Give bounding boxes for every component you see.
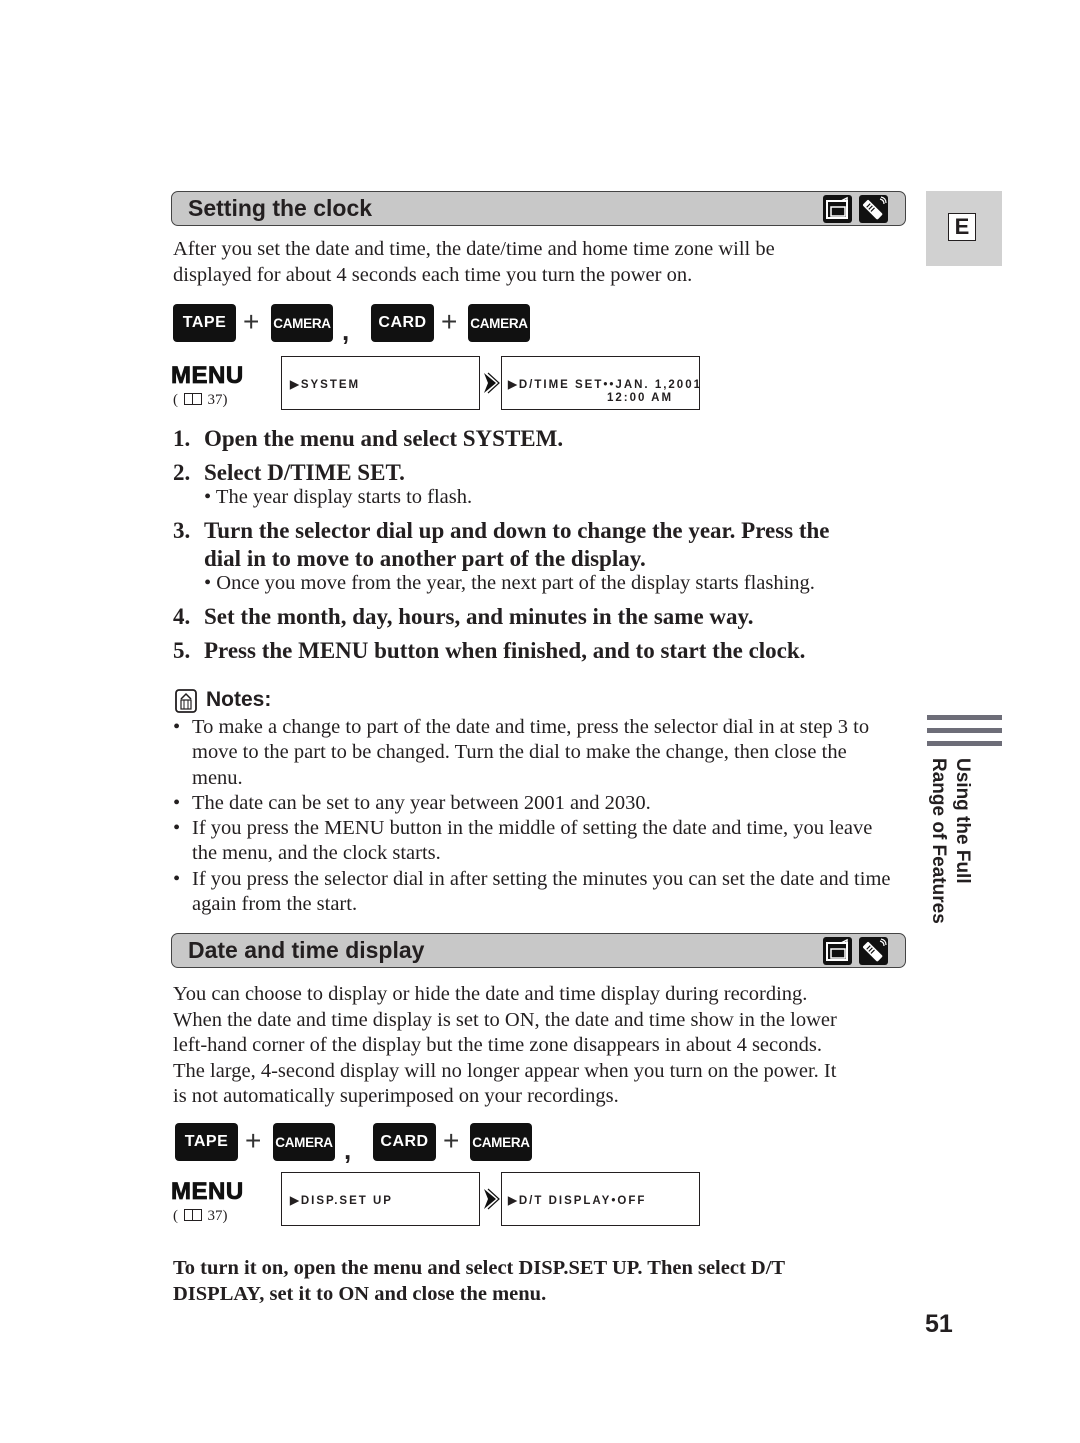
comma: , [344,1135,352,1165]
menu-screen-system: ▶SYSTEM [281,356,480,410]
notes-icon [175,689,197,713]
mode-key-tape: TAPE [175,1123,238,1161]
ref-page: 37) [207,392,228,408]
step-text: Press the MENU button when finished, and… [204,638,806,663]
section-title: Date and time display [188,937,425,963]
step-text: dial in to move to another part of the d… [204,546,646,571]
step-number: 5. [173,638,191,663]
mode-key-camera: CAMERA [273,1123,335,1161]
screen-text: 12:00 AM [607,392,674,404]
section-header-date-time-display: Date and time display [171,933,906,968]
note-text: If you press the MENU button in the midd… [192,817,873,865]
section-intro: After you set the date and time, the dat… [173,237,775,288]
plus-sign: + [443,1125,460,1156]
bullet: • [173,716,181,738]
plus-sign: + [245,1125,262,1156]
screen-text: ▶SYSTEM [290,379,361,391]
side-bar [927,741,1002,746]
mode-key-card: CARD [371,304,434,342]
plus-sign: + [441,306,458,337]
mode-key-camera: CAMERA [271,304,333,342]
intro-line: The large, 4-second display will no long… [173,1059,837,1082]
chapter-label-line1: Using the Full [952,758,973,884]
mode-key-tape: TAPE [173,304,236,342]
instruction-line: To turn it on, open the menu and select … [173,1257,786,1279]
step-number: 3. [173,518,191,543]
bullet: • [173,792,181,814]
plus-sign: + [243,306,260,337]
camcorder-icon [823,195,852,223]
next-arrow-icon [484,1188,500,1210]
language-tab: E [926,191,1002,266]
section-title: Setting the clock [188,195,373,221]
intro-line: left-hand corner of the display but the … [173,1034,822,1056]
camcorder-icon [823,937,852,965]
page-number: 51 [925,1310,953,1338]
note-text: If you press the selector dial in after … [192,868,891,916]
mode-key-camera: CAMERA [470,1123,532,1161]
step-text: Turn the selector dial up and down to ch… [204,518,830,543]
section-intro: You can choose to display or hide the da… [173,982,837,1110]
step-text: Set the month, day, hours, and minutes i… [204,604,754,629]
intro-line: After you set the date and time, the dat… [173,238,775,260]
screen-text: ▶DISP.SET UP [290,1195,393,1207]
ref-paren: ( [173,1208,178,1224]
bullet: • [173,868,181,890]
ref-paren: ( [173,392,178,408]
intro-line: You can choose to display or hide the da… [173,983,808,1005]
screen-text: ▶D/T DISPLAY•OFF [508,1195,647,1207]
intro-line: displayed for about 4 seconds each time … [173,263,693,286]
intro-line: is not automatically superimposed on you… [173,1085,619,1107]
note-text: To make a change to part of the date and… [192,716,870,789]
step-number: 1. [173,426,191,451]
page-reference: ( 37) [173,1208,228,1225]
instruction-text: To turn it on, open the menu and select … [173,1256,785,1307]
side-bar [927,715,1002,720]
mode-key-camera: CAMERA [468,304,530,342]
menu-screen-dtime-set: ▶D/TIME SET••JAN. 1,2001 12:00 AM [501,356,700,410]
language-tab-letter: E [948,213,976,241]
step-text: Open the menu and select SYSTEM. [204,426,564,451]
step-bullet: • Once you move from the year, the next … [204,572,815,594]
screen-text: ▶D/TIME SET••JAN. 1,2001 [508,379,702,391]
comma: , [342,316,350,346]
menu-label: MENU [171,1178,244,1206]
note-text: The date can be set to any year between … [192,792,651,814]
menu-label: MENU [171,362,244,390]
step-bullet: • The year display starts to flash. [204,486,473,508]
notes-title: Notes: [206,688,272,711]
step-number: 4. [173,604,191,629]
next-arrow-icon [484,372,500,394]
section-header-setting-clock: Setting the clock [171,191,906,226]
instruction-line: DISPLAY, set it to ON and close the menu… [173,1282,547,1305]
ref-page: 37) [207,1208,228,1224]
intro-line: When the date and time display is set to… [173,1008,837,1031]
side-bar [927,728,1002,733]
menu-screen-disp-setup: ▶DISP.SET UP [281,1172,480,1226]
page-reference: ( 37) [173,392,228,409]
mode-key-card: CARD [373,1123,436,1161]
book-icon [183,393,202,405]
remote-control-icon [859,195,888,223]
menu-screen-dt-display: ▶D/T DISPLAY•OFF [501,1172,700,1226]
bullet: • [173,817,181,839]
chapter-label-line2: Range of Features [928,758,949,924]
step-text: Select D/TIME SET. [204,460,405,485]
book-icon [183,1209,202,1221]
remote-control-icon [859,937,888,965]
step-number: 2. [173,460,191,485]
